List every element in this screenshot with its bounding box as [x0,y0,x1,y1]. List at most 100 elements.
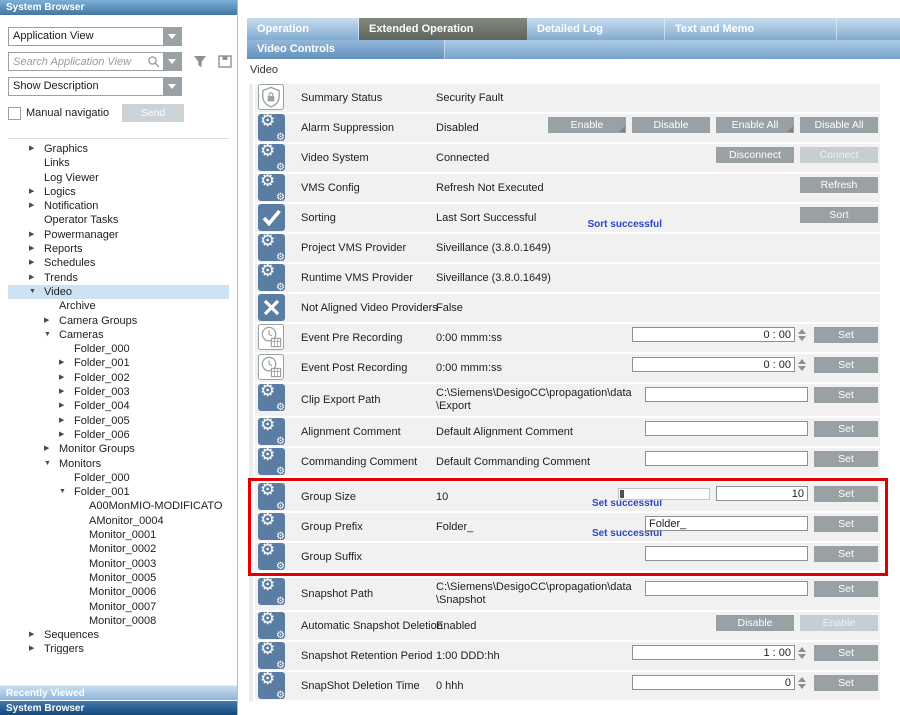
tree-item-schedules[interactable]: ▶Schedules [8,256,229,270]
expand-arrow-icon[interactable]: ▶ [29,642,44,654]
spinner-stepper[interactable] [798,645,808,660]
tree-item-folder-002[interactable]: ▶Folder_002 [8,371,229,385]
display-mode-select[interactable]: Show Description [8,77,182,96]
manual-navigation-checkbox[interactable] [8,107,21,120]
gears-icon[interactable]: ⚙⚙ [258,543,285,570]
expand-arrow-icon[interactable]: ▶ [59,356,74,370]
expand-arrow-icon[interactable]: ▶ [59,428,74,442]
expand-arrow-icon[interactable]: ▶ [29,142,44,156]
expand-arrow-icon[interactable]: ▶ [44,442,59,456]
snapshot-retention-period-input[interactable] [632,645,795,660]
expand-arrow-icon[interactable]: ▶ [59,385,74,399]
expand-arrow-icon[interactable]: ▶ [29,271,44,285]
set-button[interactable]: Set [814,675,878,691]
spinner-stepper[interactable] [798,327,808,342]
tree-item-folder-001[interactable]: ▶Folder_001 [8,356,229,370]
tree-item-folder-003[interactable]: ▶Folder_003 [8,385,229,399]
tree-item-amonitor-0004[interactable]: AMonitor_0004 [8,514,229,528]
group-size-input[interactable] [716,486,808,501]
search-input[interactable] [9,53,147,70]
spinner-up-icon[interactable] [798,329,806,334]
tree-item-cameras[interactable]: ▼Cameras [8,328,229,342]
set-button[interactable]: Set [814,451,878,467]
tree-item-links[interactable]: Links [8,156,229,170]
checkmark-icon[interactable] [258,204,285,231]
set-button[interactable]: Set [814,357,878,373]
gears-icon[interactable]: ⚙⚙ [258,448,285,475]
set-button[interactable]: Set [814,516,878,532]
collapse-arrow-icon[interactable]: ▼ [44,457,59,471]
expand-arrow-icon[interactable]: ▶ [29,242,44,256]
expand-arrow-icon[interactable]: ▶ [29,185,44,199]
spinner-down-icon[interactable] [798,654,806,659]
event-post-recording-input[interactable] [632,357,795,372]
tree-item-monitor-groups[interactable]: ▶Monitor Groups [8,442,229,456]
group-prefix-input[interactable] [645,516,808,531]
tree-item-graphics[interactable]: ▶Graphics [8,142,229,156]
shield-lock-icon[interactable] [258,84,284,110]
tab-operation[interactable]: Operation [247,18,359,40]
expand-arrow-icon[interactable]: ▶ [29,199,44,213]
tree-item-folder-000[interactable]: Folder_000 [8,471,229,485]
commanding-comment-input[interactable] [645,451,808,466]
disconnect-button[interactable]: Disconnect [716,147,794,163]
gears-icon[interactable]: ⚙⚙ [258,513,285,540]
slider-handle[interactable] [620,490,624,498]
set-button[interactable]: Set [814,421,878,437]
tree-item-monitor-0003[interactable]: Monitor_0003 [8,557,229,571]
disable-button[interactable]: Disable [632,117,710,133]
tree-item-trends[interactable]: ▶Trends [8,271,229,285]
tab-extended-operation[interactable]: Extended Operation [359,18,527,40]
collapse-arrow-icon[interactable]: ▼ [44,328,59,342]
view-select[interactable]: Application View [8,27,182,46]
enable-all-button[interactable]: Enable All [716,117,794,133]
gears-icon[interactable]: ⚙⚙ [258,174,285,201]
expand-arrow-icon[interactable]: ▶ [29,228,44,242]
expand-arrow-icon[interactable]: ▶ [44,314,59,328]
gears-icon[interactable]: ⚙⚙ [258,672,285,699]
enable-button[interactable]: Enable [800,615,878,631]
spinner-stepper[interactable] [798,357,808,372]
collapse-arrow-icon[interactable]: ▼ [29,285,44,299]
expand-arrow-icon[interactable]: ▶ [59,371,74,385]
clock-schedule-icon[interactable] [258,324,284,350]
tree-item-monitor-0007[interactable]: Monitor_0007 [8,600,229,614]
spinner-down-icon[interactable] [798,684,806,689]
tree-item-folder-004[interactable]: ▶Folder_004 [8,399,229,413]
expand-arrow-icon[interactable]: ▶ [29,256,44,270]
set-button[interactable]: Set [814,546,878,562]
system-browser-bar[interactable]: System Browser [0,700,237,715]
spinner-stepper[interactable] [798,675,808,690]
tree-item-archive[interactable]: Archive [8,299,229,313]
tree-item-monitor-0008[interactable]: Monitor_0008 [8,614,229,628]
tab-text-and-memo[interactable]: Text and Memo [665,18,837,40]
tree-item-notification[interactable]: ▶Notification [8,199,229,213]
tree-item-monitor-0005[interactable]: Monitor_0005 [8,571,229,585]
refresh-button[interactable]: Refresh [800,177,878,193]
tree-item-folder-000[interactable]: Folder_000 [8,342,229,356]
gears-icon[interactable]: ⚙⚙ [258,234,285,261]
expand-arrow-icon[interactable]: ▶ [29,628,44,642]
enable-button[interactable]: Enable [548,117,626,133]
set-button[interactable]: Set [814,581,878,597]
spinner-up-icon[interactable] [798,677,806,682]
group-suffix-input[interactable] [645,546,808,561]
clock-schedule-icon[interactable] [258,354,284,380]
set-button[interactable]: Set [814,327,878,343]
tree-item-sequences[interactable]: ▶Sequences [8,628,229,642]
chevron-down-icon[interactable] [163,78,181,95]
gears-icon[interactable]: ⚙⚙ [258,612,285,639]
set-button[interactable]: Set [814,387,878,403]
tab-video-controls[interactable]: Video Controls [247,40,445,59]
tree-item-monitor-0001[interactable]: Monitor_0001 [8,528,229,542]
save-icon[interactable] [218,55,232,68]
spinner-up-icon[interactable] [798,647,806,652]
gears-icon[interactable]: ⚙⚙ [258,384,285,411]
gears-icon[interactable]: ⚙⚙ [258,144,285,171]
chevron-down-icon[interactable] [163,28,181,45]
tree-item-powermanager[interactable]: ▶Powermanager [8,228,229,242]
tab-detailed-log[interactable]: Detailed Log [527,18,665,40]
sort-button[interactable]: Sort [800,207,878,223]
tree-item-monitor-0002[interactable]: Monitor_0002 [8,542,229,556]
gears-icon[interactable]: ⚙⚙ [258,418,285,445]
